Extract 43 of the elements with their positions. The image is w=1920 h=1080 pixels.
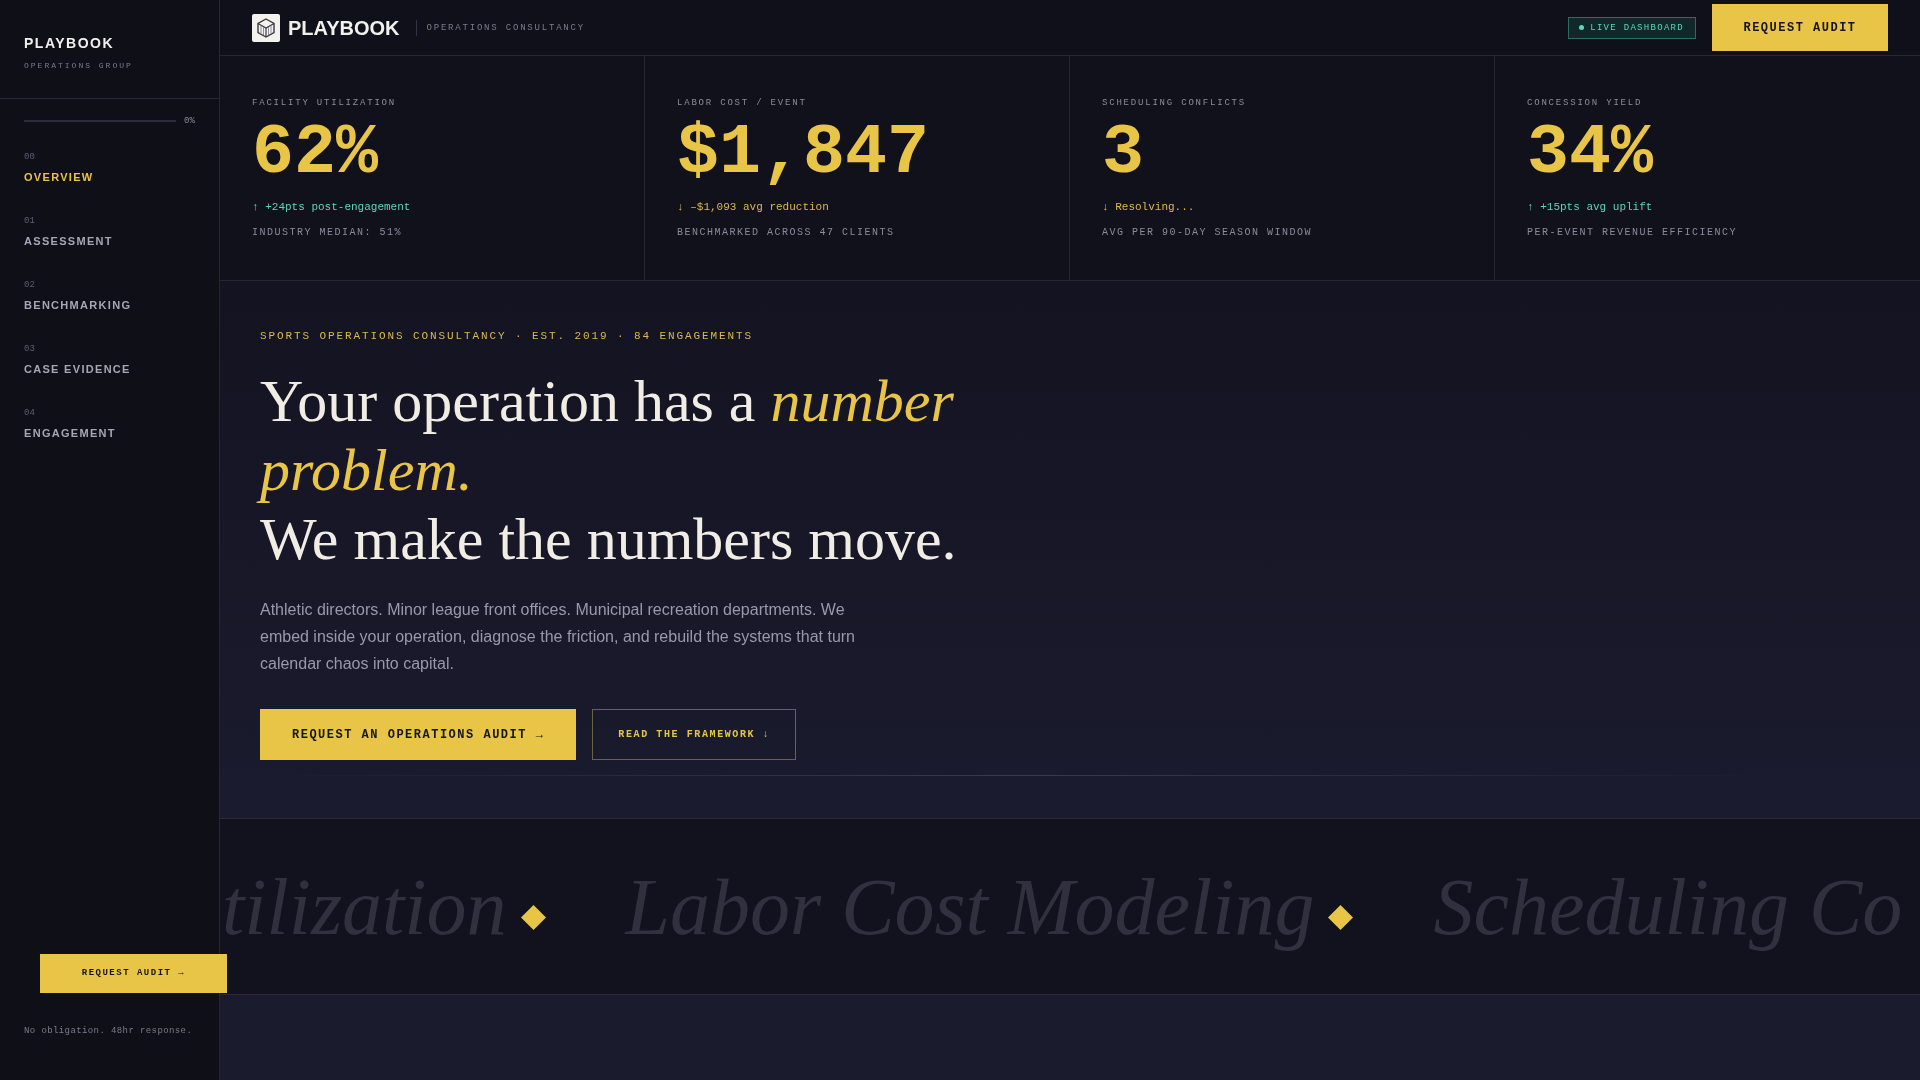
nav-item[interactable]: ASSESSMENT — [24, 234, 113, 248]
header-brand: PLAYBOOK — [288, 15, 400, 40]
sidebar-brand: PLAYBOOK — [24, 34, 115, 52]
nav-item[interactable]: OVERVIEW — [24, 170, 94, 184]
nav-number: 04 — [24, 407, 35, 419]
badge-label: LIVE DASHBOARD — [1590, 21, 1684, 34]
progress-reading: 0% — [184, 115, 195, 127]
header-tagline: OPERATIONS CONSULTANCY — [426, 21, 585, 34]
nav-number: 01 — [24, 215, 35, 227]
request-audit-button[interactable]: REQUEST AUDIT — [1712, 4, 1888, 51]
hero-eyebrow: SPORTS OPERATIONS CONSULTANCY · EST. 2019 · 84 ENGAGEMENTS — [260, 329, 754, 343]
stat-value: 3 — [1102, 118, 1144, 189]
diamond-icon — [1328, 905, 1354, 930]
stat-note: BENCHMARKED ACROSS 47 CLIENTS — [677, 226, 895, 240]
nav-item[interactable]: ENGAGEMENT — [24, 426, 116, 440]
nav-number: 00 — [24, 151, 35, 163]
nav-number: 03 — [24, 343, 35, 355]
stat-label: FACILITY UTILIZATION — [252, 97, 397, 109]
status-dot-icon — [1579, 25, 1585, 30]
cube-icon — [252, 13, 280, 42]
stat-value: 62% — [252, 118, 379, 189]
hero-description: Athletic directors. Minor league front offices. Municipal recreation departments. We embed inside your operation, diagnose the friction, and rebuild the systems that turn calendar chaos into capital. — [260, 600, 856, 674]
audit-button[interactable]: REQUEST AN OPERATIONS AUDIT → — [260, 709, 577, 760]
nav-item[interactable]: BENCHMARKING — [24, 298, 132, 312]
stat-note: PER-EVENT REVENUE EFFICIENCY — [1527, 226, 1738, 240]
request-audit-button[interactable]: REQUEST AUDIT → — [40, 954, 227, 993]
stat-label: LABOR COST / EVENT — [677, 97, 807, 109]
stat-note: INDUSTRY MEDIAN: 51% — [252, 226, 403, 240]
stat-label: SCHEDULING CONFLICTS — [1102, 97, 1247, 109]
stat-value: 34% — [1527, 118, 1654, 189]
nav-number: 02 — [24, 279, 35, 291]
stat-change: ↑ +24pts post-engagement — [252, 200, 411, 214]
stat-note: AVG PER 90-DAY SEASON WINDOW — [1102, 226, 1313, 240]
stat-label: CONCESSION YIELD — [1527, 97, 1643, 109]
nav-item[interactable]: CASE EVIDENCE — [24, 362, 131, 376]
stat-change: ↓ Resolving... — [1102, 200, 1195, 214]
stat-change: ↓ –$1,093 avg reduction — [677, 200, 829, 214]
sidebar-subtitle: OPERATIONS GROUP — [24, 60, 133, 72]
diamond-icon — [520, 905, 546, 930]
framework-button[interactable]: READ THE FRAMEWORK ↓ — [592, 709, 797, 760]
sidebar-note: No obligation. 48hr response. — [23, 1025, 193, 1037]
stat-value: $1,847 — [677, 118, 930, 189]
stat-change: ↑ +15pts avg uplift — [1527, 200, 1653, 214]
